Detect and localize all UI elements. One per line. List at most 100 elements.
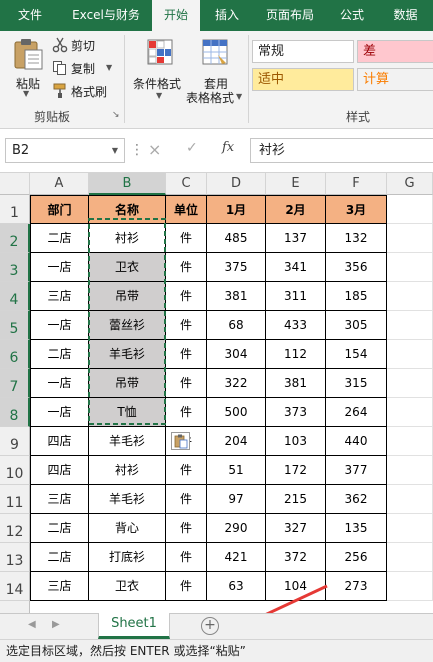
table-cell[interactable]: 327 xyxy=(266,514,326,543)
empty-row-area[interactable] xyxy=(0,601,433,613)
tab-formulas[interactable]: 公式 xyxy=(326,0,378,31)
table-cell[interactable]: 件 xyxy=(166,253,207,282)
table-cell[interactable]: 件 xyxy=(166,514,207,543)
table-cell[interactable]: 件 xyxy=(166,572,207,601)
sheet-tab-sheet1[interactable]: Sheet1 xyxy=(98,613,170,639)
row-header-partial[interactable] xyxy=(0,601,30,613)
table-cell[interactable]: 四店 xyxy=(30,456,89,485)
column-header-c[interactable]: C xyxy=(166,173,207,195)
table-cell[interactable]: 341 xyxy=(266,253,326,282)
empty-cell[interactable] xyxy=(387,456,433,485)
cut-button[interactable]: 剪切 xyxy=(52,36,112,54)
empty-cell[interactable] xyxy=(387,514,433,543)
table-cell[interactable]: 件 xyxy=(166,485,207,514)
empty-cell[interactable] xyxy=(387,282,433,311)
table-cell[interactable]: 件 xyxy=(166,398,207,427)
table-cell[interactable]: 蕾丝衫 xyxy=(89,311,166,340)
copy-button[interactable]: 复制 ▼ xyxy=(52,59,118,77)
empty-cell[interactable] xyxy=(387,311,433,340)
table-cell[interactable]: 二店 xyxy=(30,340,89,369)
table-cell[interactable]: 421 xyxy=(207,543,266,572)
table-cell[interactable]: 63 xyxy=(207,572,266,601)
table-cell[interactable]: 衬衫 xyxy=(89,456,166,485)
table-cell[interactable]: 51 xyxy=(207,456,266,485)
table-header-cell[interactable]: 2月 xyxy=(266,195,326,224)
table-cell[interactable]: 卫衣 xyxy=(89,572,166,601)
table-cell[interactable]: 362 xyxy=(326,485,387,514)
copy-dropdown-icon[interactable]: ▼ xyxy=(106,63,112,72)
cell-style-bad[interactable]: 差 xyxy=(357,40,433,63)
table-cell[interactable]: 97 xyxy=(207,485,266,514)
tab-data[interactable]: 数据 xyxy=(378,0,433,31)
table-cell[interactable]: 135 xyxy=(326,514,387,543)
table-cell[interactable]: 羊毛衫 xyxy=(89,427,166,456)
table-cell[interactable]: 打底衫 xyxy=(89,543,166,572)
conditional-format-button[interactable]: 条件格式 ▼ xyxy=(131,37,189,101)
table-cell[interactable]: 三店 xyxy=(30,282,89,311)
table-cell[interactable]: T恤 xyxy=(89,398,166,427)
row-header-2[interactable]: 2 xyxy=(0,224,30,253)
row-header-12[interactable]: 12 xyxy=(0,514,30,543)
column-header-a[interactable]: A xyxy=(30,173,89,195)
row-header-6[interactable]: 6 xyxy=(0,340,30,369)
table-cell[interactable]: 264 xyxy=(326,398,387,427)
table-cell[interactable]: 273 xyxy=(326,572,387,601)
table-cell[interactable]: 375 xyxy=(207,253,266,282)
formula-bar-handle-icon[interactable]: ⋮ xyxy=(130,141,144,159)
row-header-3[interactable]: 3 xyxy=(0,253,30,282)
table-cell[interactable]: 204 xyxy=(207,427,266,456)
table-cell[interactable]: 256 xyxy=(326,543,387,572)
row-header-7[interactable]: 7 xyxy=(0,369,30,398)
table-cell[interactable]: 154 xyxy=(326,340,387,369)
row-header-13[interactable]: 13 xyxy=(0,543,30,572)
empty-cell[interactable] xyxy=(387,398,433,427)
table-cell[interactable]: 311 xyxy=(266,282,326,311)
formula-input[interactable]: 衬衫 xyxy=(250,138,433,163)
table-cell[interactable]: 215 xyxy=(266,485,326,514)
row-header-10[interactable]: 10 xyxy=(0,456,30,485)
row-header-4[interactable]: 4 xyxy=(0,282,30,311)
row-header-8[interactable]: 8 xyxy=(0,398,30,427)
table-cell[interactable]: 吊带 xyxy=(89,282,166,311)
table-cell[interactable]: 381 xyxy=(266,369,326,398)
table-cell[interactable]: 305 xyxy=(326,311,387,340)
table-cell[interactable]: 衬衫 xyxy=(89,224,166,253)
tab-home[interactable]: 开始 xyxy=(152,0,200,32)
paste-button[interactable]: 粘贴 ▼ xyxy=(10,37,46,98)
table-cell[interactable]: 一店 xyxy=(30,369,89,398)
paste-options-icon[interactable] xyxy=(171,432,190,450)
table-cell[interactable]: 381 xyxy=(207,282,266,311)
table-cell[interactable]: 104 xyxy=(266,572,326,601)
row-header-11[interactable]: 11 xyxy=(0,485,30,514)
scroll-left-icon[interactable]: ◀ xyxy=(28,619,36,630)
table-cell[interactable]: 一店 xyxy=(30,311,89,340)
empty-cell[interactable] xyxy=(387,572,433,601)
table-cell[interactable]: 件 xyxy=(166,340,207,369)
tab-excel-finance[interactable]: Excel与财务 xyxy=(60,0,152,31)
cancel-icon[interactable]: × xyxy=(148,140,161,159)
table-cell[interactable]: 440 xyxy=(326,427,387,456)
table-cell[interactable]: 背心 xyxy=(89,514,166,543)
table-cell[interactable]: 卫衣 xyxy=(89,253,166,282)
cell-style-neutral[interactable]: 适中 xyxy=(252,68,354,91)
table-cell[interactable]: 二店 xyxy=(30,543,89,572)
row-header-9[interactable]: 9 xyxy=(0,427,30,456)
table-cell[interactable]: 372 xyxy=(266,543,326,572)
scroll-right-icon[interactable]: ▶ xyxy=(52,619,60,630)
table-header-cell[interactable]: 1月 xyxy=(207,195,266,224)
insert-function-icon[interactable]: fx xyxy=(222,140,234,155)
table-cell[interactable]: 290 xyxy=(207,514,266,543)
table-cell[interactable]: 吊带 xyxy=(89,369,166,398)
empty-cell[interactable] xyxy=(387,340,433,369)
table-header-cell[interactable]: 3月 xyxy=(326,195,387,224)
worksheet-grid[interactable]: A B C D E F G 1 部门 名称 单位 1月 2月 3月 2 二店 衬衫件 485 137 132 3 一店 卫衣… xyxy=(0,173,433,613)
column-header-b[interactable]: B xyxy=(89,173,166,195)
table-cell[interactable]: 172 xyxy=(266,456,326,485)
empty-cell[interactable] xyxy=(387,369,433,398)
paste-dropdown-icon[interactable]: ▼ xyxy=(23,89,29,98)
empty-cell[interactable] xyxy=(387,195,433,224)
table-format-dropdown-icon[interactable]: ▼ xyxy=(236,92,242,101)
table-cell[interactable]: 一店 xyxy=(30,253,89,282)
table-cell[interactable]: 304 xyxy=(207,340,266,369)
row-header-5[interactable]: 5 xyxy=(0,311,30,340)
